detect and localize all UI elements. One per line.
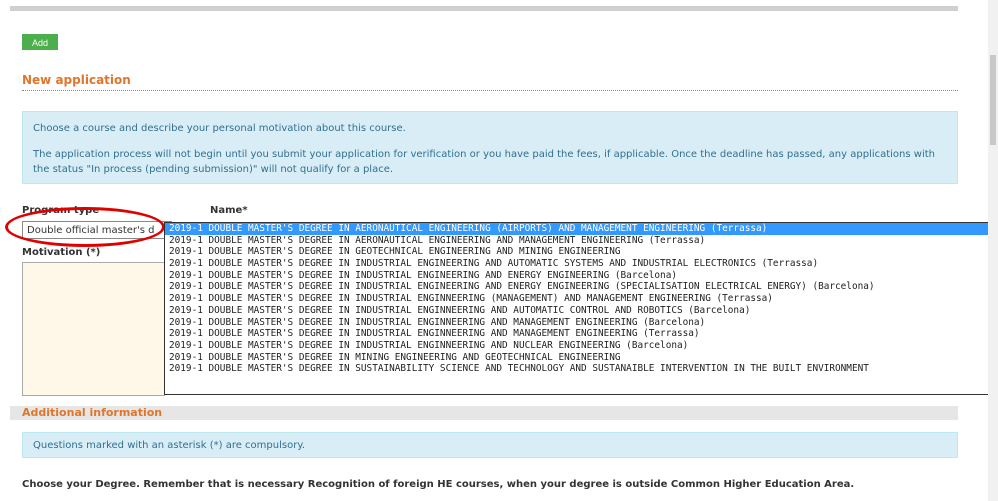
motivation-label: Motivation (*)	[22, 247, 101, 258]
dropdown-option[interactable]: 2019-1 DOUBLE MASTER'S DEGREE IN INDUSTR…	[165, 317, 995, 329]
dropdown-option[interactable]: 2019-1 DOUBLE MASTER'S DEGREE IN AERONAU…	[165, 235, 995, 247]
dropdown-option[interactable]: 2019-1 DOUBLE MASTER'S DEGREE IN INDUSTR…	[165, 281, 995, 293]
dropdown-option[interactable]: 2019-1 DOUBLE MASTER'S DEGREE IN INDUSTR…	[165, 258, 995, 270]
page-scrollbar-thumb[interactable]	[990, 55, 996, 145]
dropdown-option[interactable]: 2019-1 DOUBLE MASTER'S DEGREE IN MINING …	[165, 352, 995, 364]
compulsory-note-box: Questions marked with an asterisk (*) ar…	[22, 432, 958, 458]
name-label: Name*	[210, 205, 248, 216]
instructions-line-2: The application process will not begin u…	[33, 149, 935, 175]
dropdown-option[interactable]: 2019-1 DOUBLE MASTER'S DEGREE IN AERONAU…	[165, 223, 995, 235]
instructions-info-box: Choose a course and describe your person…	[22, 111, 958, 184]
section-title-new-application: New application	[22, 73, 131, 87]
motivation-textarea[interactable]	[22, 262, 165, 396]
dropdown-option[interactable]: 2019-1 DOUBLE MASTER'S DEGREE IN INDUSTR…	[165, 328, 995, 340]
add-button[interactable]: Add	[22, 34, 58, 50]
dropdown-option[interactable]: 2019-1 DOUBLE MASTER'S DEGREE IN GEOTECH…	[165, 246, 995, 258]
instructions-line-1: Choose a course and describe your person…	[33, 123, 406, 134]
dropdown-option[interactable]: 2019-1 DOUBLE MASTER'S DEGREE IN INDUSTR…	[165, 270, 995, 282]
compulsory-note-text: Questions marked with an asterisk (*) ar…	[33, 440, 305, 451]
dropdown-option[interactable]: 2019-1 DOUBLE MASTER'S DEGREE IN INDUSTR…	[165, 293, 995, 305]
degree-question-text: Choose your Degree. Remember that is nec…	[22, 479, 855, 490]
dropdown-option[interactable]: 2019-1 DOUBLE MASTER'S DEGREE IN INDUSTR…	[165, 340, 995, 352]
top-divider-bar	[10, 6, 958, 11]
dropdown-option[interactable]: 2019-1 DOUBLE MASTER'S DEGREE IN SUSTAIN…	[165, 363, 995, 375]
dropdown-option[interactable]: 2019-1 DOUBLE MASTER'S DEGREE IN INDUSTR…	[165, 305, 995, 317]
section-title-additional-information: Additional information	[10, 406, 958, 420]
name-dropdown-list[interactable]: 2019-1 DOUBLE MASTER'S DEGREE IN AERONAU…	[164, 222, 996, 395]
program-type-label: Program type	[22, 205, 100, 216]
program-type-select[interactable]: Double official master's d	[22, 221, 172, 239]
section-divider	[22, 90, 958, 91]
